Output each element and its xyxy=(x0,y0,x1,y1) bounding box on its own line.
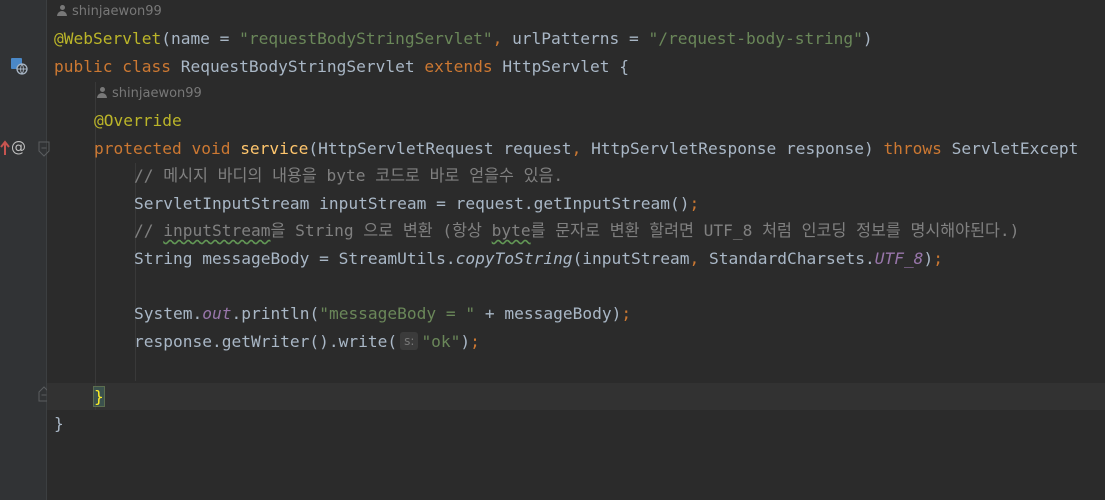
code-line-3: @Override xyxy=(94,111,182,130)
code-line-12: } xyxy=(54,414,64,433)
code-line-9: System.out.println("messageBody = " + me… xyxy=(134,304,632,323)
code-line-5: // 메시지 바디의 내용을 byte 코드로 바로 얻을수 있음. xyxy=(134,166,564,185)
code-line-2: public class RequestBodyStringServlet ex… xyxy=(54,57,630,76)
at-sign-icon[interactable]: @ xyxy=(11,137,26,157)
override-up-arrow-icon[interactable] xyxy=(0,140,10,156)
author-hint[interactable]: shinjaewon99 xyxy=(97,84,202,104)
code-line-6: ServletInputStream inputStream = request… xyxy=(134,194,700,213)
code-line-7: // inputStream을 String 으로 변환 (항상 byte를 문… xyxy=(134,221,1020,240)
code-line-10: response.getWriter().write(s: "ok"); xyxy=(134,332,480,351)
code-line-1: @WebServlet(name = "requestBodyStringSer… xyxy=(54,29,873,48)
parameter-hint: s: xyxy=(400,332,419,350)
author-hint[interactable]: shinjaewon99 xyxy=(57,2,162,22)
code-line-11: } xyxy=(93,383,105,410)
matched-brace: } xyxy=(93,386,105,407)
code-line-4: protected void service(HttpServletReques… xyxy=(94,139,1079,158)
code-editor[interactable]: shinjaewon99 @WebServlet(name = "request… xyxy=(47,0,1105,500)
servlet-web-icon[interactable] xyxy=(10,57,28,75)
editor-gutter: @ xyxy=(0,0,50,500)
code-line-8: String messageBody = StreamUtils.copyToS… xyxy=(134,249,943,268)
person-icon xyxy=(57,5,67,16)
person-icon xyxy=(97,87,107,98)
